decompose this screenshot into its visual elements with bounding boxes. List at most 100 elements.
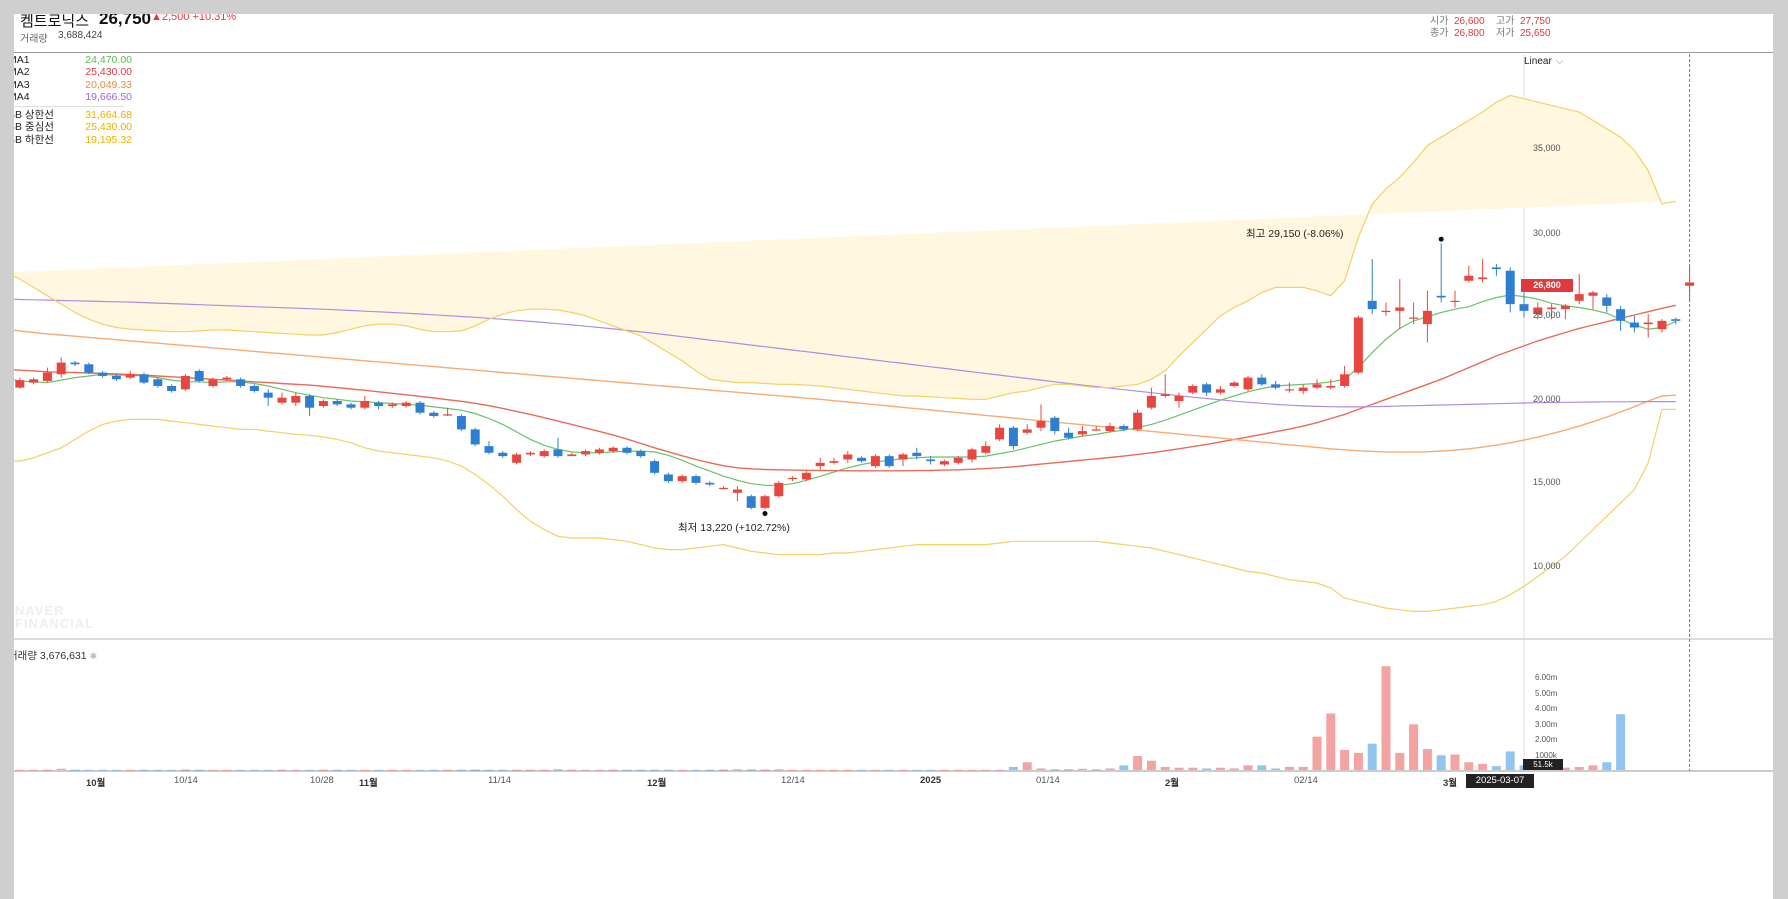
- volume-bar: [1133, 756, 1143, 770]
- high-annotation: 최고 29,150 (-8.06%): [1246, 228, 1344, 240]
- candle-body: [70, 362, 80, 365]
- volume-bar: [139, 769, 149, 771]
- volume-bar: [1409, 724, 1419, 770]
- volume-bar: [1284, 766, 1294, 770]
- volume-bar: [153, 769, 163, 771]
- legend-ma4: MA419,666.50: [14, 90, 132, 103]
- volume-bar: [1202, 768, 1212, 770]
- candle-body: [1629, 322, 1639, 328]
- legend-ma2: MA225,430.00: [14, 66, 132, 79]
- volume-bar: [1450, 754, 1460, 770]
- candle-body: [608, 447, 618, 452]
- candle-body: [1353, 317, 1363, 373]
- candle-body: [705, 482, 715, 485]
- volume-bar: [29, 769, 39, 771]
- candle-body: [1022, 429, 1032, 433]
- candle-body: [318, 401, 328, 407]
- volume-bar: [801, 769, 811, 771]
- volume-bar: [870, 769, 880, 771]
- high-marker: [1438, 236, 1444, 242]
- naver-financial-watermark: NAVER FINANCIAL: [15, 603, 95, 631]
- candle-body: [1202, 384, 1212, 393]
- x-tick-label: 3월: [1443, 778, 1458, 789]
- volume-bar: [70, 769, 80, 771]
- low-marker: [762, 511, 768, 517]
- volume-bar: [815, 769, 825, 771]
- volume-bar: [1174, 767, 1184, 770]
- volume-bar: [1491, 766, 1501, 770]
- candle-body: [29, 379, 39, 383]
- candle-body: [139, 374, 149, 383]
- volume-bar: [512, 769, 522, 771]
- candle-body: [443, 414, 453, 416]
- candle-body: [1188, 385, 1198, 393]
- scale-mode-dropdown[interactable]: Linear ⌵: [1524, 56, 1563, 67]
- volume-bar: [249, 769, 259, 771]
- volume-bar: [1602, 762, 1612, 770]
- candle-body: [1560, 305, 1570, 310]
- volume-bar: [443, 769, 453, 771]
- volume-tick-label: 5.00m: [1535, 689, 1558, 698]
- volume-bar: [1505, 751, 1515, 770]
- volume-bar: [719, 769, 729, 771]
- candle-body: [125, 374, 135, 378]
- volume-tick-label: 3.00m: [1535, 720, 1558, 729]
- x-tick-label: 10/28: [310, 775, 334, 786]
- candle-body: [305, 396, 315, 408]
- candle-body: [1547, 307, 1557, 310]
- volume-bar: [346, 769, 356, 771]
- volume-bar: [1257, 765, 1267, 770]
- candle-body: [84, 364, 94, 373]
- candle-body: [1602, 297, 1612, 306]
- candle-body: [332, 401, 342, 405]
- x-tick-label: 01/14: [1036, 775, 1060, 786]
- candle-body: [512, 454, 522, 463]
- volume-bar: [691, 769, 701, 771]
- candle-body: [222, 377, 232, 380]
- volume-bar: [498, 769, 508, 771]
- volume-bar: [843, 769, 853, 771]
- candle-body: [539, 451, 549, 457]
- volume-bar: [608, 769, 618, 771]
- gear-icon[interactable]: ✱: [90, 651, 98, 661]
- volume-bar: [1105, 768, 1115, 770]
- volume-bar: [305, 769, 315, 771]
- candle-body: [111, 375, 121, 380]
- candle-body: [829, 461, 839, 463]
- candle-body: [1436, 295, 1446, 298]
- volume-bar: [222, 769, 232, 771]
- candle-body: [1312, 384, 1322, 388]
- candle-body: [1422, 310, 1432, 325]
- volume-bar: [456, 769, 466, 771]
- candle-body: [249, 385, 259, 391]
- volume-bar: [1381, 666, 1391, 770]
- candle-body: [387, 404, 397, 407]
- candle-body: [1133, 412, 1143, 430]
- candle-body: [1478, 277, 1488, 280]
- volume-bar: [774, 769, 784, 771]
- x-tick-label: 2월: [1165, 778, 1180, 789]
- candle-body: [1464, 275, 1474, 281]
- volume-bar: [415, 769, 425, 771]
- volume-bar: [125, 769, 135, 771]
- candle-body: [1160, 394, 1170, 396]
- volume-tick-label: 6.00m: [1535, 673, 1558, 682]
- price-chart-canvas[interactable]: [14, 14, 1773, 899]
- candle-body: [677, 476, 687, 482]
- volume-bar: [1229, 768, 1239, 770]
- volume-bar: [622, 769, 632, 771]
- volume-bar: [1353, 752, 1363, 770]
- volume-bar: [42, 769, 52, 771]
- y-tick-label: 15,000: [1533, 477, 1561, 487]
- volume-bar: [470, 769, 480, 771]
- legend-bb-lower: BB 하한선19,195.32: [14, 133, 132, 146]
- volume-bar: [1395, 752, 1405, 770]
- volume-bar: [857, 769, 867, 771]
- volume-bar: [829, 769, 839, 771]
- volume-bar: [1091, 769, 1101, 771]
- volume-bar: [360, 769, 370, 771]
- candle-body: [1574, 294, 1584, 301]
- volume-bar: [277, 769, 287, 771]
- candle-body: [1395, 307, 1405, 311]
- candle-body: [760, 496, 770, 508]
